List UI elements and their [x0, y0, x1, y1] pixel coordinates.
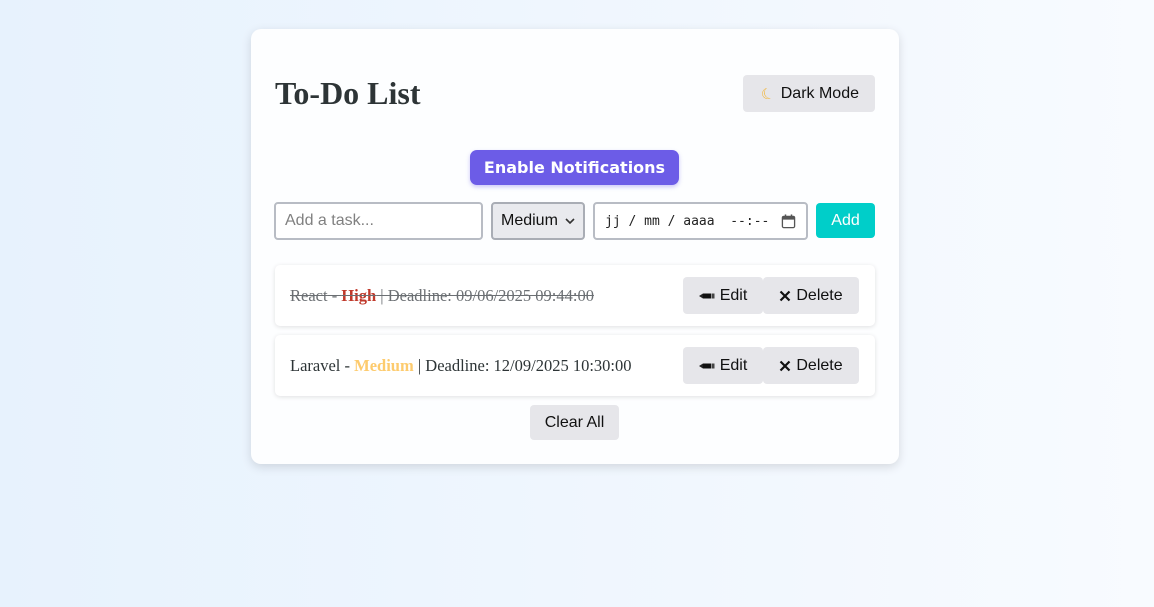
- delete-label: Delete: [796, 286, 843, 304]
- edit-label: Edit: [719, 286, 748, 304]
- task-separator: -: [340, 356, 355, 375]
- pencil-icon: [698, 363, 715, 368]
- pencil-icon: [698, 293, 715, 298]
- priority-selected-value: Medium: [501, 212, 558, 229]
- priority-select[interactable]: Medium: [491, 202, 585, 240]
- task-separator: -: [327, 286, 342, 305]
- page-title: To-Do List: [275, 75, 421, 111]
- moon-icon: ☾: [758, 83, 778, 105]
- deadline-datetime-input[interactable]: jj / mm / aaaa --:--: [593, 202, 808, 240]
- calendar-icon[interactable]: [781, 213, 796, 229]
- close-icon: [780, 360, 791, 371]
- task-text: React - High | Deadline: 09/06/2025 09:4…: [290, 286, 594, 306]
- close-icon: [780, 290, 791, 301]
- edit-button[interactable]: Edit: [683, 347, 763, 384]
- task-item: React - High | Deadline: 09/06/2025 09:4…: [275, 265, 875, 326]
- dark-mode-label: Dark Mode: [780, 84, 859, 102]
- dark-mode-button[interactable]: ☾ Dark Mode: [743, 75, 875, 112]
- task-deadline: | Deadline: 09/06/2025 09:44:00: [376, 286, 594, 305]
- task-item: Laravel - Medium | Deadline: 12/09/2025 …: [275, 335, 875, 396]
- add-task-button[interactable]: Add: [816, 203, 875, 238]
- datetime-placeholder: jj / mm / aaaa --:--: [605, 213, 770, 229]
- task-input[interactable]: [274, 202, 483, 240]
- delete-label: Delete: [796, 356, 843, 374]
- task-priority: High: [341, 286, 377, 305]
- chevron-down-icon: [565, 217, 575, 224]
- task-actions: Edit Delete: [683, 347, 859, 384]
- delete-button[interactable]: Delete: [763, 347, 859, 384]
- todo-card: To-Do List ☾ Dark Mode Enable Notificati…: [251, 29, 899, 464]
- task-actions: Edit Delete: [683, 277, 859, 314]
- task-name: React: [290, 286, 328, 305]
- enable-notifications-button[interactable]: Enable Notifications: [470, 150, 679, 185]
- task-priority: Medium: [354, 356, 414, 375]
- delete-button[interactable]: Delete: [763, 277, 859, 314]
- edit-label: Edit: [719, 356, 748, 374]
- task-deadline: | Deadline: 12/09/2025 10:30:00: [413, 356, 632, 375]
- task-text: Laravel - Medium | Deadline: 12/09/2025 …: [290, 356, 632, 376]
- task-name: Laravel: [290, 356, 341, 375]
- clear-all-button[interactable]: Clear All: [530, 405, 619, 440]
- edit-button[interactable]: Edit: [683, 277, 763, 314]
